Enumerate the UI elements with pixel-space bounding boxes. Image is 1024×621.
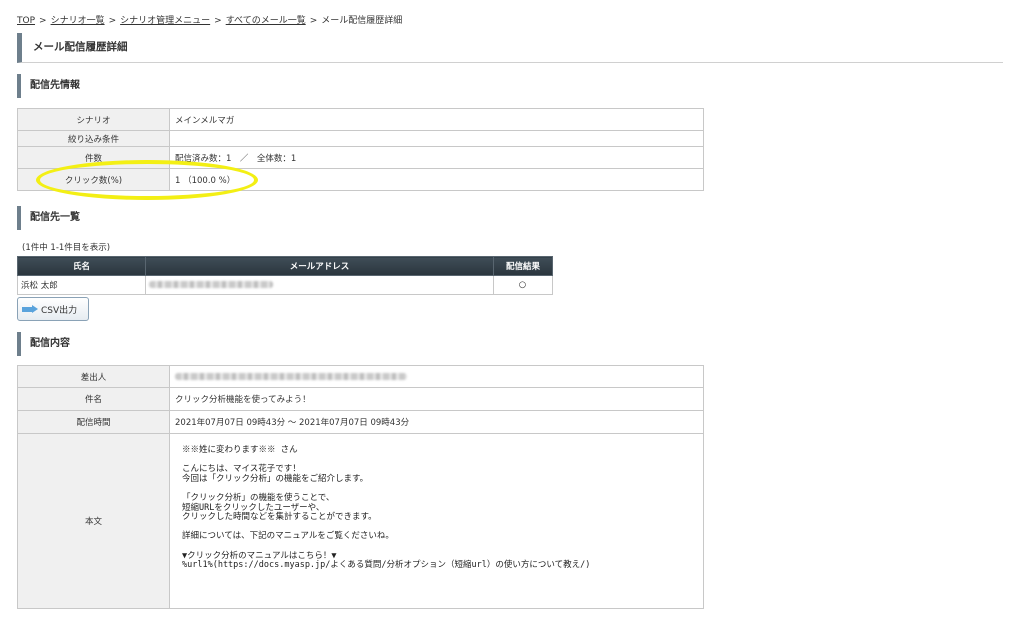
destination-list-heading: 配信先一覧 bbox=[17, 206, 80, 230]
info-row-clicks: クリック数(%) 1 （100.0 %） bbox=[17, 168, 704, 191]
breadcrumb-separator: > bbox=[39, 16, 47, 26]
info-row-filter: 絞り込み条件 bbox=[17, 130, 704, 147]
info-label: シナリオ bbox=[17, 108, 170, 131]
breadcrumb-top-link[interactable]: TOP bbox=[17, 16, 35, 26]
info-row-count: 件数 配信済み数：1 ／ 全体数：1 bbox=[17, 146, 704, 169]
info-value: 配信済み数：1 ／ 全体数：1 bbox=[169, 146, 704, 169]
page-title: メール配信履歴詳細 bbox=[17, 33, 1003, 63]
arrow-right-icon bbox=[22, 304, 38, 314]
csv-export-label: CSV出力 bbox=[41, 305, 78, 316]
result-count-text: (1件中 1-1件目を表示) bbox=[22, 243, 111, 253]
column-header-name[interactable]: 氏名 bbox=[17, 256, 146, 276]
redacted-sender bbox=[175, 372, 407, 380]
redacted-email bbox=[149, 281, 273, 288]
mail-body-text: ※※姓に変わります※※ さん こんにちは、マイス花子です！ 今回は「クリック分析… bbox=[182, 445, 591, 571]
csv-export-button[interactable]: CSV出力 bbox=[17, 297, 89, 321]
content-row-subject: 件名 クリック分析機能を使ってみよう！ bbox=[17, 387, 704, 411]
info-value: 1 （100.0 %） bbox=[169, 168, 704, 191]
destination-list-table: 氏名 メールアドレス 配信結果 浜松 太郎 ○ bbox=[17, 256, 553, 295]
destination-info-table: シナリオ メインメルマガ 絞り込み条件 件数 配信済み数：1 ／ 全体数：1 ク… bbox=[17, 108, 704, 191]
breadcrumb-separator: > bbox=[309, 16, 318, 26]
info-label: 件数 bbox=[17, 146, 170, 169]
delivery-time-value: 2021年07月07日 09時43分 〜 2021年07月07日 09時43分 bbox=[169, 410, 704, 434]
content-label: 配信時間 bbox=[17, 410, 170, 434]
recipient-name: 浜松 太郎 bbox=[17, 275, 146, 295]
breadcrumb-separator: > bbox=[214, 16, 222, 26]
info-label: クリック数(%) bbox=[17, 168, 170, 191]
breadcrumb-scenario-menu-link[interactable]: シナリオ管理メニュー bbox=[120, 16, 210, 26]
content-table: 差出人 件名 クリック分析機能を使ってみよう！ 配信時間 2021年07月07日… bbox=[17, 365, 704, 609]
content-row-body: 本文 ※※姓に変わります※※ さん こんにちは、マイス花子です！ 今回は「クリッ… bbox=[17, 433, 704, 609]
info-value bbox=[169, 130, 704, 147]
breadcrumb: TOP > シナリオ一覧 > シナリオ管理メニュー > すべてのメール一覧 > メール配信履歴詳… bbox=[17, 13, 402, 26]
sender-value bbox=[169, 365, 704, 388]
destination-info-heading: 配信先情報 bbox=[17, 74, 80, 98]
breadcrumb-separator: > bbox=[108, 16, 117, 26]
content-label: 本文 bbox=[17, 433, 170, 609]
content-label: 差出人 bbox=[17, 365, 170, 388]
breadcrumb-current: メール配信履歴詳細 bbox=[321, 16, 403, 26]
content-label: 件名 bbox=[17, 387, 170, 411]
content-row-time: 配信時間 2021年07月07日 09時43分 〜 2021年07月07日 09… bbox=[17, 410, 704, 434]
breadcrumb-all-mail-link[interactable]: すべてのメール一覧 bbox=[226, 16, 306, 26]
table-header-row: 氏名 メールアドレス 配信結果 bbox=[17, 256, 553, 276]
info-value: メインメルマガ bbox=[169, 108, 704, 131]
breadcrumb-scenario-list-link[interactable]: シナリオ一覧 bbox=[51, 16, 105, 26]
delivery-result: ○ bbox=[493, 275, 553, 295]
recipient-email bbox=[145, 275, 494, 295]
subject-value: クリック分析機能を使ってみよう！ bbox=[169, 387, 704, 411]
column-header-result[interactable]: 配信結果 bbox=[493, 256, 553, 276]
content-row-sender: 差出人 bbox=[17, 365, 704, 388]
info-row-scenario: シナリオ メインメルマガ bbox=[17, 108, 704, 131]
content-heading: 配信内容 bbox=[17, 332, 70, 356]
table-row: 浜松 太郎 ○ bbox=[17, 275, 553, 295]
column-header-email[interactable]: メールアドレス bbox=[145, 256, 494, 276]
info-label: 絞り込み条件 bbox=[17, 130, 170, 147]
